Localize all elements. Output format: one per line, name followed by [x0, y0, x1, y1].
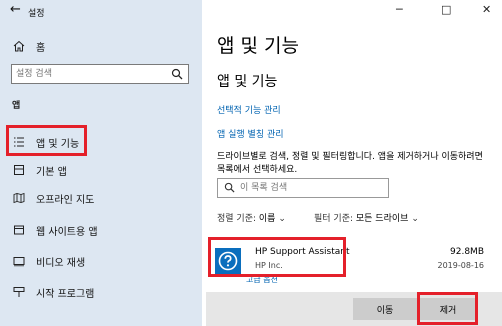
sidebar-item-default-apps[interactable]: 기본 앱: [12, 159, 67, 181]
app-install-date: 2019-08-16: [437, 261, 485, 270]
page-title: 앱 및 기능: [217, 35, 299, 57]
filter-value: 모든 드라이브: [355, 214, 409, 224]
sidebar-item-label: 시작 프로그램: [36, 288, 95, 300]
home-icon: [12, 39, 26, 53]
minimize-button[interactable]: ─: [396, 3, 403, 16]
sidebar-item-label: 웹 사이트용 앱: [36, 226, 98, 238]
video-icon: [12, 254, 26, 268]
sidebar-item-label: 홈: [36, 42, 46, 54]
sidebar-item-web-apps[interactable]: 웹 사이트용 앱: [12, 219, 98, 241]
sort-dropdown[interactable]: 정렬 기준: 이름 ⌄: [217, 211, 286, 224]
list-search-input[interactable]: [218, 179, 380, 197]
filter-dropdown[interactable]: 필터 기준: 모든 드라이브 ⌄: [314, 211, 419, 224]
startup-icon: [12, 285, 26, 299]
settings-search-box[interactable]: [11, 64, 189, 84]
default-apps-icon: [12, 163, 26, 177]
maximize-button[interactable]: □: [441, 3, 451, 16]
map-icon: [12, 191, 26, 205]
app-execution-alias-link[interactable]: 앱 실행 별칭 관리: [217, 127, 284, 140]
sidebar: ← 설정 홈 앱 앱 및 기능 기본 앱 오프라인 지도: [0, 0, 202, 326]
description-text: 드라이브별로 검색, 정렬 및 필터링합니다. 앱을 제거하거나 이동하려면 목…: [217, 152, 483, 175]
section-title: 앱 및 기능: [217, 74, 278, 90]
window-title: 설정: [28, 9, 45, 19]
highlight-box: [208, 237, 346, 277]
sort-value: 이름: [258, 214, 276, 224]
sidebar-item-startup[interactable]: 시작 프로그램: [12, 281, 94, 303]
sidebar-item-home[interactable]: 홈: [12, 35, 45, 57]
back-arrow-icon[interactable]: ←: [10, 2, 21, 17]
optional-features-link[interactable]: 선택적 기능 관리: [217, 103, 281, 116]
settings-search-input[interactable]: [12, 65, 166, 83]
search-icon[interactable]: [171, 68, 183, 83]
highlight-box: [417, 292, 478, 325]
close-button[interactable]: ✕: [482, 3, 491, 16]
chevron-down-icon: ⌄: [278, 214, 286, 224]
sidebar-item-label: 오프라인 지도: [36, 194, 95, 206]
sidebar-item-label: 비디오 재생: [36, 257, 86, 269]
sidebar-section-label: 앱: [12, 101, 21, 111]
filter-label: 필터 기준:: [314, 214, 354, 224]
app-size: 92.8MB: [450, 247, 484, 257]
chevron-down-icon: ⌄: [411, 214, 419, 224]
list-search-box[interactable]: [217, 178, 389, 198]
sidebar-item-label: 기본 앱: [36, 166, 67, 178]
sidebar-item-video-playback[interactable]: 비디오 재생: [12, 250, 85, 272]
move-button[interactable]: 이동: [353, 298, 417, 320]
sort-label: 정렬 기준:: [217, 214, 257, 224]
sidebar-item-offline-maps[interactable]: 오프라인 지도: [12, 187, 94, 209]
web-apps-icon: [12, 223, 26, 237]
highlight-box: [6, 125, 87, 156]
search-icon: [224, 182, 235, 196]
